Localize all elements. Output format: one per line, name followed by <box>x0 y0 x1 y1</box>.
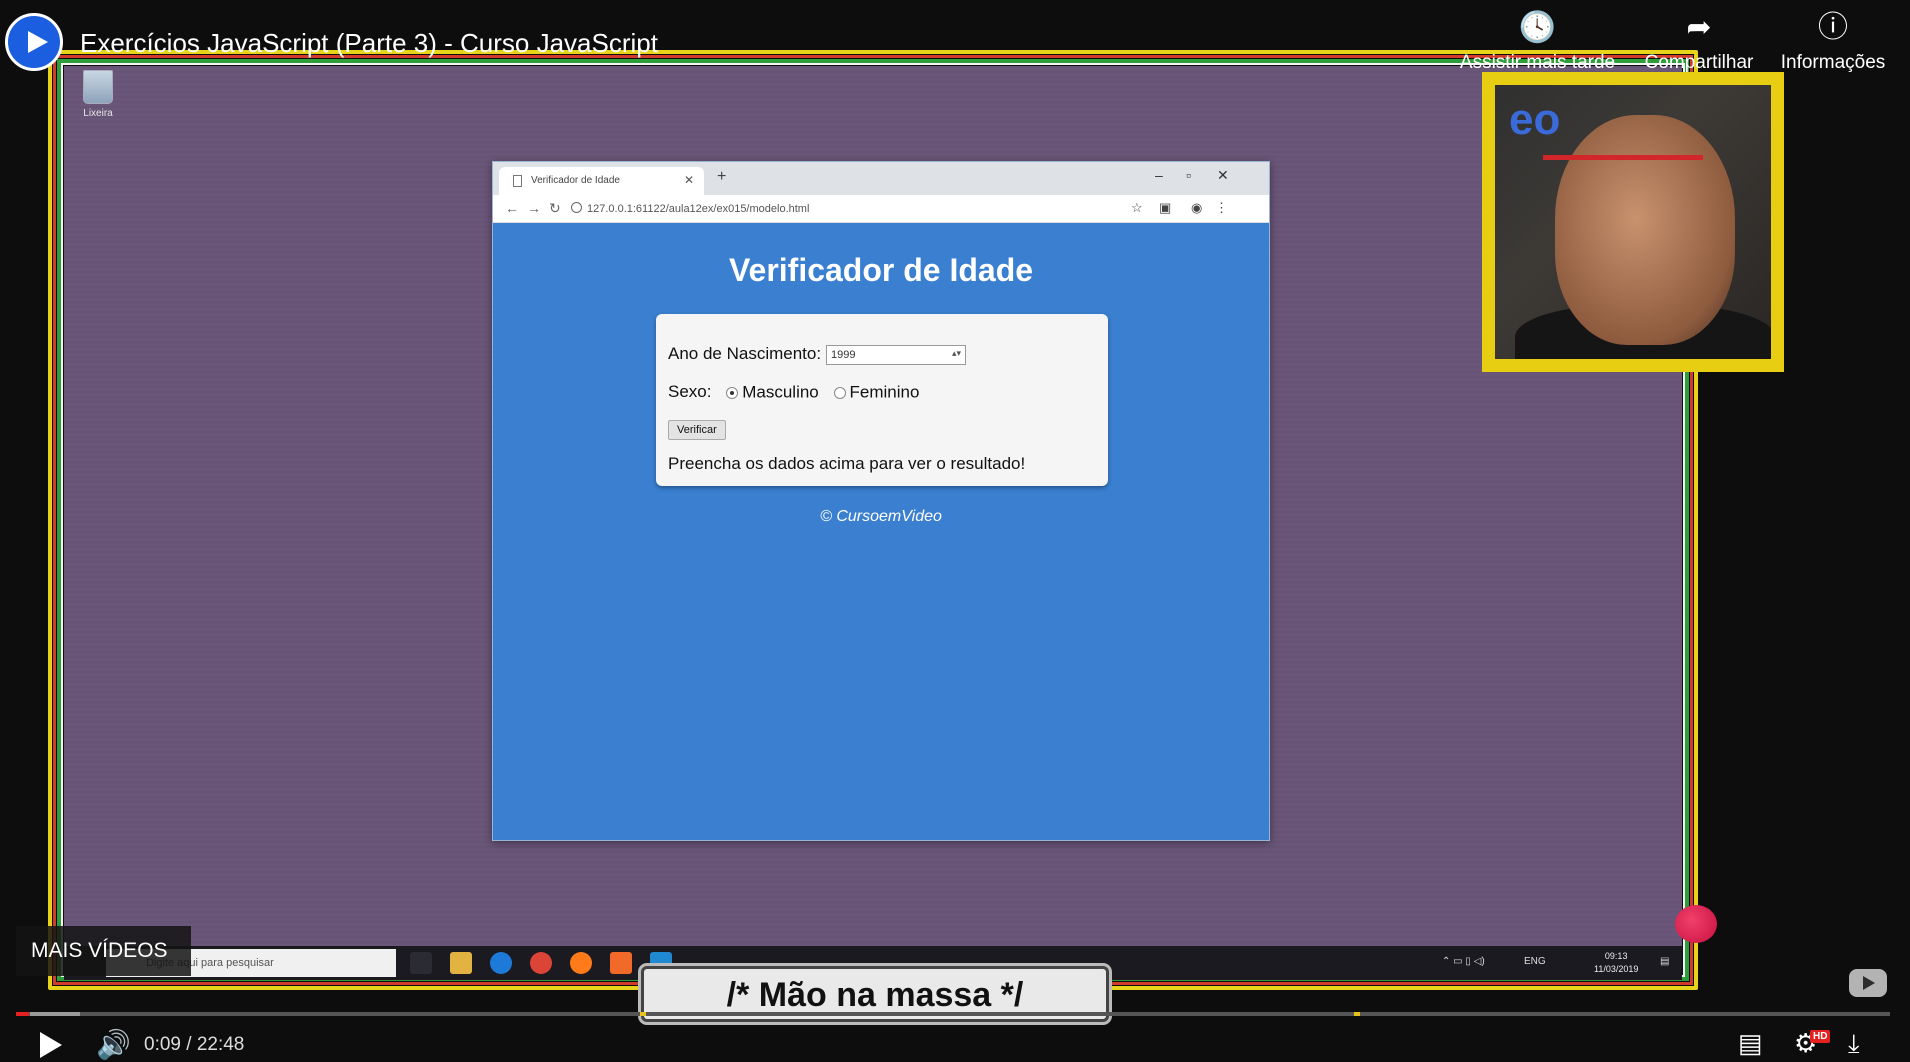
clock-icon: 🕓 <box>1518 11 1557 44</box>
browser-tab-title: Verificador de Idade <box>531 175 620 186</box>
info-label: Informações <box>1780 52 1886 73</box>
volume-icon[interactable]: 🔊 <box>96 1028 131 1061</box>
radio-feminino-label: Feminino <box>849 382 920 402</box>
notification-icon: ▤ <box>1660 956 1670 967</box>
share-label: Compartilhar <box>1644 52 1754 73</box>
new-tab-icon: + <box>717 168 727 185</box>
firefox-icon <box>570 952 592 974</box>
time-current: 0:09 <box>144 1034 181 1055</box>
windows-desktop: Lixeira Verificador de Idade ✕ + – ▫ ✕ ←… <box>64 66 1682 946</box>
recycle-bin: Lixeira <box>76 70 120 119</box>
verificar-button: Verificar <box>668 420 726 440</box>
progress-bar[interactable] <box>16 1012 1890 1016</box>
xampp-icon <box>610 952 632 974</box>
webcam-feed: eo <box>1495 85 1771 359</box>
tab-close-icon: ✕ <box>683 173 694 187</box>
progress-buffer <box>30 1012 80 1016</box>
chapter-marker <box>1354 1012 1360 1016</box>
clock-date: 11/03/2019 <box>1594 964 1639 974</box>
edge-icon <box>490 952 512 974</box>
watch-later-button[interactable]: 🕓 Assistir mais tarde <box>1450 8 1625 74</box>
info-circle-icon: ⓘ <box>1818 11 1848 44</box>
bookmark-star-icon: ☆ <box>1131 200 1143 215</box>
browser-titlebar: Verificador de Idade ✕ + – ▫ ✕ <box>493 162 1269 195</box>
ano-label: Ano de Nascimento: <box>668 344 822 363</box>
background-sign: eo <box>1509 95 1561 144</box>
back-icon: ← <box>505 200 519 216</box>
form-card: Ano de Nascimento: 1999 ▴▾ Sexo: Masculi… <box>656 314 1108 486</box>
exit-fullscreen-icon[interactable]: ⤓ <box>1848 1028 1860 1060</box>
presenter-glasses <box>1543 155 1703 185</box>
tray-icons: ⌃ ▭ ▯ ◁) <box>1442 956 1485 967</box>
extension-icon: ▣ <box>1159 200 1172 215</box>
recycle-bin-icon <box>83 70 113 104</box>
tray-lang: ENG <box>1524 956 1546 967</box>
browser-tab: Verificador de Idade ✕ <box>499 167 704 195</box>
address-bar: 127.0.0.1:61122/aula12ex/ex015/modelo.ht… <box>587 203 810 215</box>
browser-window: Verificador de Idade ✕ + – ▫ ✕ ← → ↻ 127… <box>492 161 1270 841</box>
video-title[interactable]: Exercícios JavaScript (Parte 3) - Curso … <box>80 28 658 59</box>
share-icon: ➦ <box>1686 11 1712 44</box>
file-explorer-icon <box>450 952 472 974</box>
result-text: Preencha os dados acima para ver o resul… <box>668 454 1026 473</box>
progress-played <box>16 1012 29 1016</box>
page-icon <box>513 175 522 187</box>
record-dot <box>1675 905 1717 943</box>
subtitles-icon[interactable]: ▤ <box>1738 1028 1763 1059</box>
radio-feminino <box>833 386 846 399</box>
minimize-icon: – <box>1155 167 1163 183</box>
ano-input: 1999 ▴▾ <box>826 345 966 365</box>
browser-toolbar: ← → ↻ 127.0.0.1:61122/aula12ex/ex015/mod… <box>493 195 1269 223</box>
sexo-label: Sexo: <box>668 382 712 401</box>
chrome-icon <box>530 952 552 974</box>
radio-masculino <box>726 386 739 399</box>
maximize-icon: ▫ <box>1186 167 1191 183</box>
forward-icon: → <box>527 200 541 216</box>
task-view-icon <box>410 952 432 974</box>
hd-badge: HD <box>1810 1030 1831 1043</box>
reload-icon: ↻ <box>549 200 561 216</box>
channel-avatar[interactable] <box>5 13 63 71</box>
time-total: 22:48 <box>196 1034 245 1055</box>
more-videos-button[interactable]: MAIS VÍDEOS <box>16 926 191 976</box>
stepper-icon: ▴▾ <box>951 348 961 358</box>
clock-time: 09:13 <box>1604 951 1628 961</box>
ano-value: 1999 <box>831 349 856 361</box>
time-separator: / <box>186 1034 192 1055</box>
page-heading: Verificador de Idade <box>728 252 1034 288</box>
share-button[interactable]: ➦ Compartilhar <box>1634 8 1764 74</box>
presenter-face <box>1555 115 1735 345</box>
time-display: 0:09 / 22:48 <box>144 1034 244 1056</box>
webcam-overlay: eo <box>1482 72 1784 372</box>
tray-clock: 09:13 11/03/2019 <box>1594 950 1638 976</box>
info-icon <box>571 202 582 213</box>
recycle-bin-label: Lixeira <box>83 108 113 119</box>
play-icon[interactable] <box>40 1032 62 1058</box>
sexo-row: Sexo: Masculino Feminino <box>668 382 919 403</box>
menu-dots-icon: ⋮ <box>1215 200 1228 215</box>
chapter-marker <box>640 1012 646 1016</box>
player-controls: 🔊 0:09 / 22:48 ▤ ⚙ HD ⤓ <box>0 1020 1910 1062</box>
youtube-logo-icon[interactable] <box>1849 969 1887 997</box>
watch-later-label: Assistir mais tarde <box>1459 52 1616 73</box>
page-footer: © CursoemVideo <box>820 508 942 525</box>
profile-icon: ◉ <box>1191 200 1203 215</box>
info-button[interactable]: ⓘ Informações <box>1773 8 1893 74</box>
video-player[interactable]: Lixeira Verificador de Idade ✕ + – ▫ ✕ ←… <box>0 0 1910 1062</box>
close-window-icon: ✕ <box>1217 167 1229 183</box>
radio-masculino-label: Masculino <box>742 382 819 402</box>
